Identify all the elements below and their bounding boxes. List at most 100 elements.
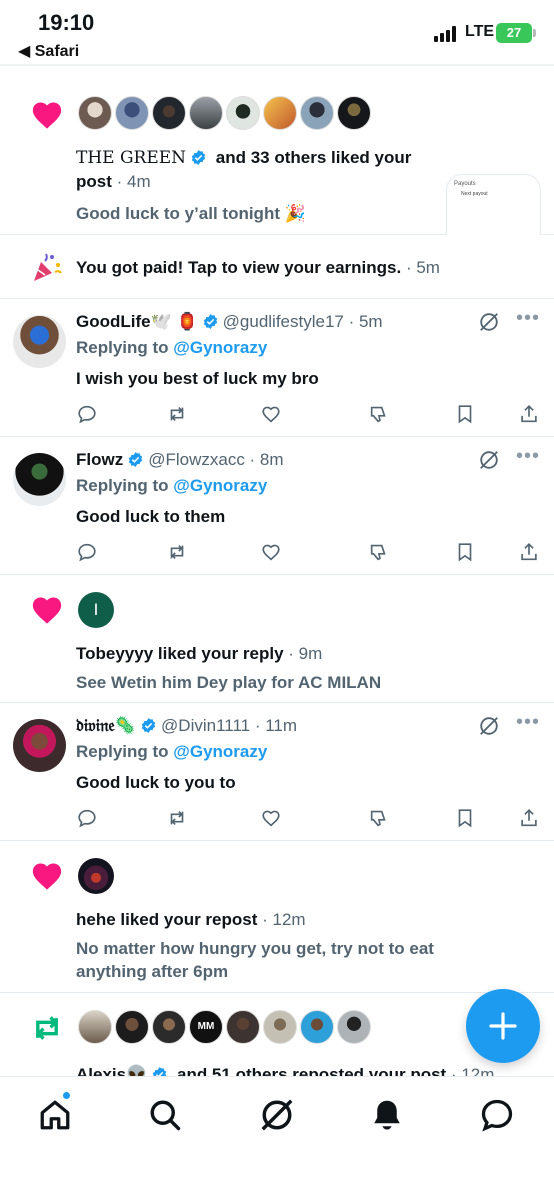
timestamp: · 4m — [111, 172, 151, 191]
avatar[interactable] — [115, 96, 149, 130]
more-icon[interactable]: ••• — [516, 307, 540, 330]
notification-like[interactable]: I Tobeyyyy liked your reply · 9m See Wet… — [0, 575, 554, 703]
dislike-icon[interactable] — [368, 541, 390, 563]
share-icon[interactable] — [518, 541, 540, 563]
party-popper-icon — [34, 253, 62, 281]
retweet-icon — [36, 1016, 58, 1040]
retweet-icon[interactable] — [166, 403, 188, 425]
grok-icon[interactable] — [478, 449, 500, 471]
compose-button[interactable] — [466, 989, 540, 1063]
bookmark-icon[interactable] — [454, 541, 476, 563]
replying-label: Replying to — [76, 338, 174, 357]
timestamp: · 12m — [257, 910, 306, 929]
avatar[interactable] — [337, 96, 371, 130]
preview-card-title: Payouts — [454, 181, 476, 187]
user-handle[interactable]: @gudlifestyle17 — [223, 312, 344, 331]
liker-avatars — [78, 96, 374, 130]
avatar[interactable] — [78, 96, 112, 130]
user-name[interactable]: Flowz — [76, 450, 123, 469]
notification-like[interactable]: hehe liked your repost · 12m No matter h… — [0, 841, 554, 993]
dislike-icon[interactable] — [368, 807, 390, 829]
post-word: post — [76, 172, 112, 191]
user-name[interactable]: GoodLife🕊️ 🏮 — [76, 312, 198, 331]
user-handle[interactable]: @Flowzxacc — [148, 450, 245, 469]
timestamp: · 11m — [250, 716, 298, 735]
signal-icon — [434, 26, 458, 42]
avatar[interactable] — [13, 719, 66, 772]
bookmark-icon[interactable] — [454, 807, 476, 829]
back-to-app-link[interactable]: ◀ Safari — [18, 41, 79, 61]
more-icon[interactable]: ••• — [516, 711, 540, 734]
bottom-navigation — [0, 1076, 554, 1199]
messages-icon[interactable] — [479, 1097, 515, 1133]
timestamp: · 9m — [283, 644, 323, 663]
reply-post[interactable]: Flowz @Flowzxacc · 8m ••• Replying to @Gy… — [0, 437, 554, 575]
paid-message: You got paid! Tap to view your earnings. — [76, 258, 402, 277]
reply-icon[interactable] — [76, 541, 98, 563]
reply-post[interactable]: GoodLife🕊️ 🏮 @gudlifestyle17 · 5m ••• Rep… — [0, 299, 554, 437]
more-icon[interactable]: ••• — [516, 445, 540, 468]
user-name[interactable]: THE GREEN — [76, 148, 186, 168]
user-name[interactable]: hehe — [76, 910, 116, 929]
bookmark-icon[interactable] — [454, 403, 476, 425]
avatar[interactable] — [13, 453, 66, 506]
avatar[interactable] — [78, 1010, 112, 1044]
share-icon[interactable] — [518, 807, 540, 829]
reposter-avatars: MM — [78, 1010, 374, 1044]
retweet-icon[interactable] — [166, 541, 188, 563]
verified-icon — [203, 314, 217, 329]
status-time: 19:10 — [38, 10, 95, 35]
dislike-icon[interactable] — [368, 403, 390, 425]
timestamp: · 8m — [244, 450, 284, 469]
avatar[interactable]: MM — [189, 1010, 223, 1044]
mention-link[interactable]: @Gynorazy — [173, 476, 267, 495]
user-name[interactable]: Tobeyyyy — [76, 644, 153, 663]
avatar[interactable] — [263, 96, 297, 130]
heart-icon — [32, 863, 62, 890]
post-body: I wish you best of luck my bro — [76, 369, 319, 388]
like-icon[interactable] — [260, 403, 282, 425]
user-name[interactable]: 𝔡𝔦𝔳𝔦𝔫𝔢🦠 — [76, 716, 136, 736]
avatar[interactable] — [300, 1010, 334, 1044]
mention-link[interactable]: @Gynorazy — [173, 742, 267, 761]
user-handle[interactable]: @Divin1111 — [161, 716, 250, 735]
post-header: GoodLife🕊️ 🏮 @gudlifestyle17 · 5m — [76, 310, 476, 333]
notifications-icon[interactable] — [369, 1097, 405, 1133]
avatar[interactable] — [189, 96, 223, 130]
like-icon[interactable] — [260, 807, 282, 829]
reply-post[interactable]: 𝔡𝔦𝔳𝔦𝔫𝔢🦠 @Divin1111 · 11m ••• Replying to … — [0, 703, 554, 841]
retweet-icon[interactable] — [166, 807, 188, 829]
avatar[interactable] — [78, 858, 114, 894]
replying-label: Replying to — [76, 476, 174, 495]
post-preview-line: anything after 6pm — [76, 962, 229, 981]
avatar[interactable] — [13, 315, 66, 368]
mention-link[interactable]: @Gynorazy — [173, 338, 267, 357]
notification-paid[interactable]: You got paid! Tap to view your earnings.… — [0, 235, 554, 299]
reply-icon[interactable] — [76, 403, 98, 425]
reply-icon[interactable] — [76, 807, 98, 829]
avatar[interactable] — [152, 96, 186, 130]
avatar[interactable] — [152, 1010, 186, 1044]
search-icon[interactable] — [147, 1097, 183, 1133]
share-icon[interactable] — [518, 403, 540, 425]
avatar[interactable] — [263, 1010, 297, 1044]
avatar[interactable] — [337, 1010, 371, 1044]
avatar[interactable] — [226, 96, 260, 130]
grok-icon[interactable] — [478, 311, 500, 333]
notification-like-group[interactable]: THE GREEN and 33 others liked your post … — [0, 66, 554, 269]
post-preview: Good luck to y’all tonight 🎉 — [76, 204, 306, 223]
home-icon[interactable] — [37, 1097, 73, 1133]
heart-icon — [32, 597, 62, 624]
replying-to: Replying to @Gynorazy — [76, 336, 267, 359]
avatar[interactable]: I — [78, 592, 114, 628]
status-bar: 19:10 ◀ Safari LTE 27 — [0, 0, 554, 66]
heart-icon — [32, 102, 62, 129]
avatar[interactable] — [300, 96, 334, 130]
avatar[interactable] — [226, 1010, 260, 1044]
like-icon[interactable] — [260, 541, 282, 563]
grok-icon[interactable] — [478, 715, 500, 737]
grok-icon[interactable] — [259, 1097, 295, 1133]
avatar[interactable] — [115, 1010, 149, 1044]
replying-to: Replying to @Gynorazy — [76, 740, 267, 763]
action-bar — [76, 541, 540, 565]
